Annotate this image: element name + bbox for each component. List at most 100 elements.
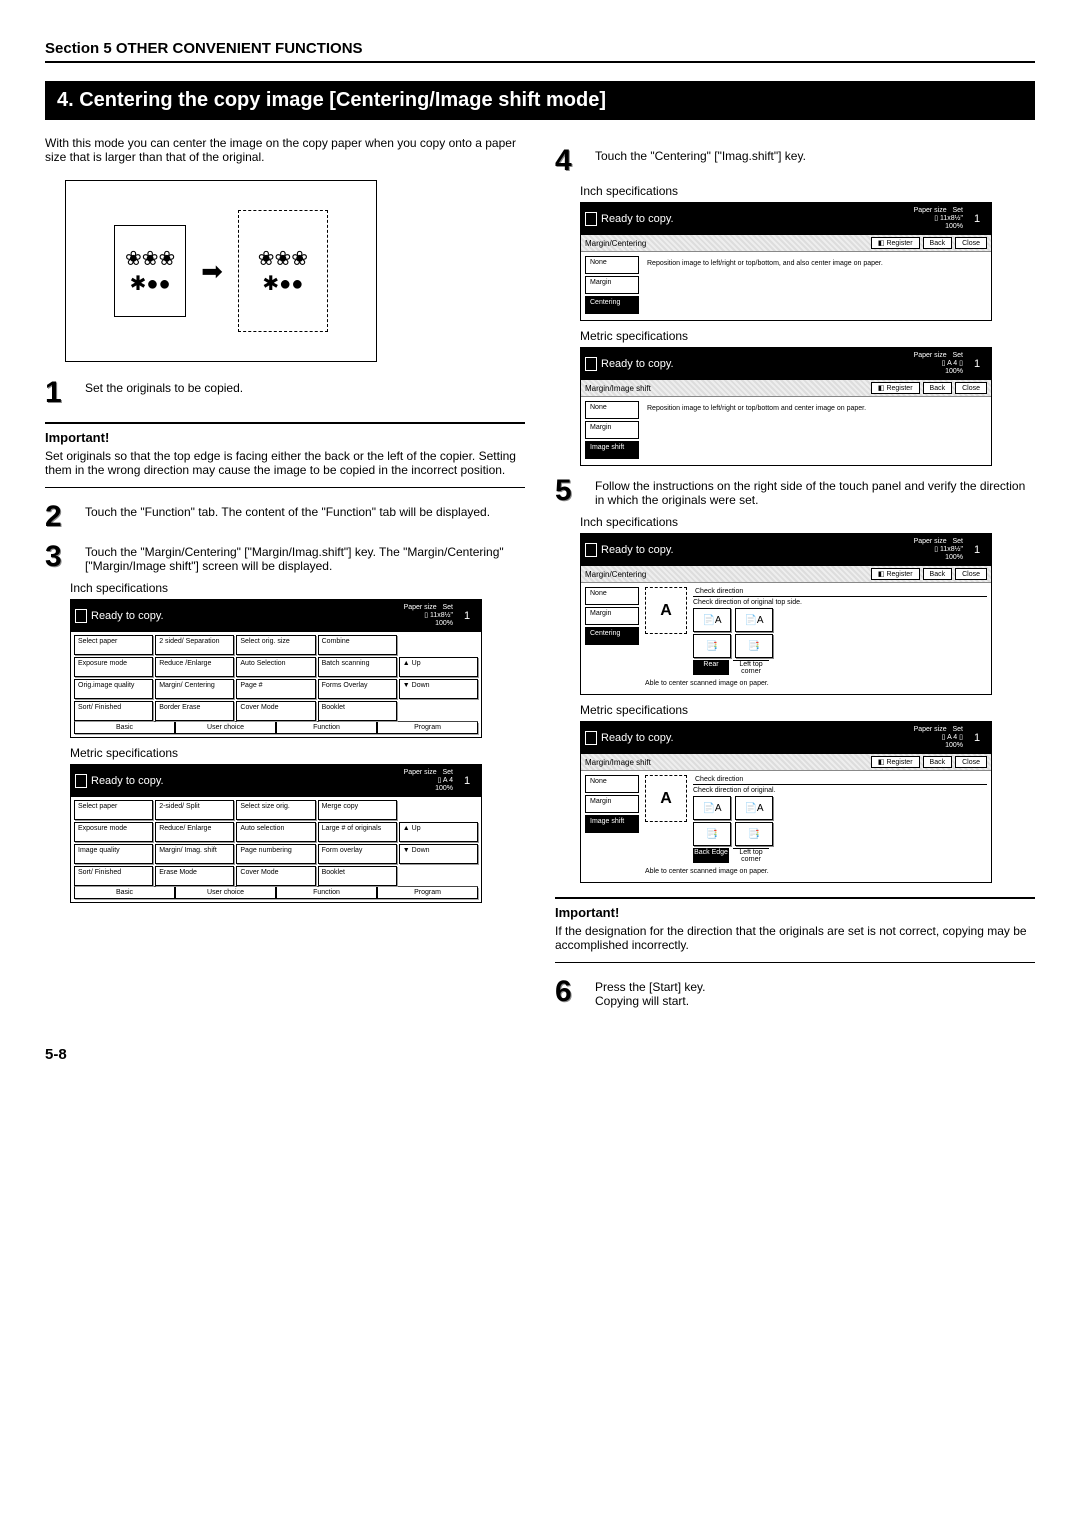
function-key[interactable]: ▼ Down [399,844,478,864]
function-key[interactable]: Forms Overlay [318,679,397,699]
back-button[interactable]: Back [923,756,953,768]
direction-option-lefttop[interactable]: 📄A [735,608,773,632]
option-button[interactable]: Centering [585,627,639,645]
left-column: With this mode you can center the image … [45,136,525,1016]
function-key[interactable]: Select orig. size [236,635,315,655]
hint-text: Able to center scanned image on paper. [645,868,987,875]
set-count: 1 [967,724,987,752]
function-key[interactable]: Margin/ Centering [155,679,234,699]
function-key[interactable]: Booklet [318,866,397,886]
option-button[interactable]: None [585,775,639,793]
register-button[interactable]: ◧ Register [871,382,920,394]
important-text: If the designation for the direction tha… [555,924,1035,952]
function-key[interactable]: Orig.image quality [74,679,153,699]
register-button[interactable]: ◧ Register [871,756,920,768]
tab[interactable]: Basic [74,887,175,899]
back-button[interactable]: Back [923,382,953,394]
function-key[interactable]: Cover Mode [236,866,315,886]
step-number: 4 [555,146,585,176]
option-button[interactable]: None [585,587,639,605]
intro-text: With this mode you can center the image … [45,136,525,164]
tab[interactable]: Program [377,722,478,734]
step-3: 3 Touch the "Margin/Centering" ["Margin/… [45,542,525,573]
back-button[interactable]: Back [923,237,953,249]
function-key[interactable]: Select size orig. [236,800,315,820]
function-key[interactable]: Select paper [74,635,153,655]
important-label: Important! [555,905,1035,920]
step-text: Follow the instructions on the right sid… [595,476,1035,507]
direction-option-back-alt[interactable]: 📑 [693,822,731,846]
register-button[interactable]: ◧ Register [871,237,920,249]
direction-option-lefttop-alt[interactable]: 📑 [735,634,773,658]
step-text: Touch the "Margin/Centering" ["Margin/Im… [85,542,525,573]
function-key[interactable]: Sort/ Finished [74,866,153,886]
option-button[interactable]: None [585,401,639,419]
function-key[interactable]: ▼ Down [399,679,478,699]
function-key[interactable]: Sort/ Finished [74,701,153,721]
tab[interactable]: Basic [74,722,175,734]
step-text: Press the [Start] key.Copying will start… [595,977,705,1008]
back-button[interactable]: Back [923,568,953,580]
tab[interactable]: Function [276,722,377,734]
spec-label-inch: Inch specifications [580,515,1035,529]
lcd-panel-step4-inch: Ready to copy. Paper size Set▯ 11x8½"100… [580,202,992,321]
spec-label-inch: Inch specifications [580,184,1035,198]
function-key[interactable]: Select paper [74,800,153,820]
direction-option-lefttop-alt[interactable]: 📑 [735,822,773,846]
option-description: Reposition image to left/right or top/bo… [645,401,987,461]
function-key[interactable]: Exposure mode [74,657,153,677]
function-key[interactable]: 2 sided/ Separation [155,635,234,655]
section-header: Section 5 OTHER CONVENIENT FUNCTIONS [45,40,1035,63]
option-button[interactable]: None [585,256,639,274]
function-key[interactable]: Cover Mode [236,701,315,721]
function-key[interactable]: Large # of originals [318,822,397,842]
orientation-preview: A [645,587,687,634]
function-key[interactable]: Combine [318,635,397,655]
close-button[interactable]: Close [955,756,987,768]
function-key[interactable]: ▲ Up [399,822,478,842]
close-button[interactable]: Close [955,237,987,249]
function-key[interactable]: Erase Mode [155,866,234,886]
tab[interactable]: Function [276,887,377,899]
tab[interactable]: Program [377,887,478,899]
function-key[interactable]: Page numbering [236,844,315,864]
close-button[interactable]: Close [955,568,987,580]
direction-option-lefttop[interactable]: 📄A [735,796,773,820]
function-key[interactable]: Reduce /Enlarge [155,657,234,677]
option-button[interactable]: Centering [585,296,639,314]
tab[interactable]: User choice [175,887,276,899]
option-button[interactable]: Image shift [585,815,639,833]
function-key[interactable]: Merge copy [318,800,397,820]
function-key[interactable]: Booklet [318,701,397,721]
register-button[interactable]: ◧ Register [871,568,920,580]
function-key[interactable]: Auto Selection [236,657,315,677]
function-key[interactable]: Exposure mode [74,822,153,842]
function-key[interactable]: Auto selection [236,822,315,842]
lcd-panel-step3-metric: Ready to copy. Paper size Set▯ A 4100% 1… [70,764,482,903]
function-key[interactable]: Batch scanning [318,657,397,677]
option-button[interactable]: Margin [585,276,639,294]
option-button[interactable]: Margin [585,607,639,625]
function-key[interactable]: ▲ Up [399,657,478,677]
close-button[interactable]: Close [955,382,987,394]
function-key[interactable]: Page # [236,679,315,699]
function-key[interactable]: Border Erase [155,701,234,721]
option-button[interactable]: Margin [585,421,639,439]
direction-option-rear-alt[interactable]: 📑 [693,634,731,658]
function-key[interactable]: Reduce/ Enlarge [155,822,234,842]
option-button[interactable]: Image shift [585,441,639,459]
hint-text: Able to center scanned image on paper. [645,680,987,687]
spec-label-inch: Inch specifications [70,581,525,595]
function-key[interactable]: Margin/ Imag. shift [155,844,234,864]
function-key[interactable]: Image quality [74,844,153,864]
direction-option-back[interactable]: 📄A [693,796,731,820]
tab[interactable]: User choice [175,722,276,734]
step-5: 5 Follow the instructions on the right s… [555,476,1035,507]
function-key[interactable]: 2-sided/ Split [155,800,234,820]
option-button[interactable]: Margin [585,795,639,813]
step-text: Touch the "Function" tab. The content of… [85,502,490,532]
direction-option-rear[interactable]: 📄A [693,608,731,632]
function-key[interactable]: Form overlay [318,844,397,864]
step-1: 1 Set the originals to be copied. [45,378,525,408]
step-text: Set the originals to be copied. [85,378,243,408]
